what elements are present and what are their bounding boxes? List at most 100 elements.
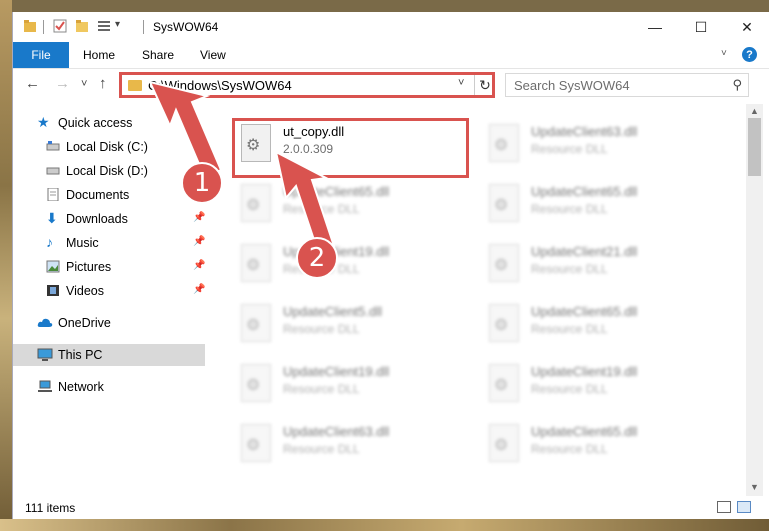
- sidebar-item-quick-access[interactable]: ★ Quick access: [13, 112, 205, 134]
- qa-separator: [43, 20, 44, 34]
- help-icon[interactable]: ?: [742, 47, 757, 62]
- file-name: UpdateClient19.dll: [531, 364, 638, 379]
- gear-icon: ⚙: [494, 377, 509, 394]
- recent-locations-button[interactable]: ˅: [81, 78, 87, 90]
- dll-file-icon: ⚙: [489, 304, 519, 342]
- file-type: Resource DLL: [531, 142, 608, 156]
- file-item[interactable]: ⚙ UpdateClient65.dll Resource DLL: [483, 178, 713, 232]
- sidebar-item-documents[interactable]: Documents: [13, 184, 205, 206]
- sidebar-item-pictures[interactable]: Pictures 📌: [13, 256, 205, 278]
- folder-icon[interactable]: [23, 19, 37, 33]
- scroll-down-icon[interactable]: ▼: [750, 482, 759, 492]
- forward-button[interactable]: →: [55, 75, 70, 92]
- title-bar: ▾ SysWOW64 — ☐ ✕: [13, 12, 769, 42]
- file-type: Resource DLL: [531, 382, 608, 396]
- file-item[interactable]: ⚙ UpdateClient5.dll Resource DLL: [235, 298, 465, 352]
- gear-icon: ⚙: [246, 317, 261, 334]
- sidebar-item-this-pc[interactable]: This PC: [13, 344, 205, 366]
- search-box[interactable]: Search SysWOW64 ⚲: [505, 73, 749, 97]
- sidebar-item-music[interactable]: ♪ Music 📌: [13, 232, 205, 254]
- sidebar-item-local-disk-c[interactable]: Local Disk (C:) 📌: [13, 136, 205, 158]
- up-button[interactable]: ↑: [99, 75, 107, 92]
- gear-icon: ⚙: [246, 257, 261, 274]
- desktop-background-bottom: [0, 519, 769, 531]
- vertical-scrollbar[interactable]: ▲ ▼: [746, 104, 763, 496]
- customize-toolbar-icon[interactable]: [97, 19, 111, 33]
- file-name: UpdateClient65.dll: [283, 184, 390, 199]
- search-input[interactable]: Search SysWOW64: [514, 78, 630, 93]
- pin-icon: 📌: [193, 236, 206, 247]
- network-icon: [38, 380, 52, 392]
- window-title: SysWOW64: [153, 20, 219, 34]
- file-item[interactable]: ⚙ UpdateClient21.dll Resource DLL: [483, 238, 713, 292]
- file-item[interactable]: ⚙ UpdateClient65.dll Resource DLL: [483, 298, 713, 352]
- dll-file-icon: ⚙: [489, 424, 519, 462]
- dll-file-icon: ⚙: [241, 304, 271, 342]
- large-icons-view-icon[interactable]: [737, 501, 751, 513]
- file-name: UpdateClient65.dll: [531, 184, 638, 199]
- qa-dropdown-icon[interactable]: ▾: [115, 19, 120, 30]
- pin-icon: 📌: [193, 212, 206, 223]
- sidebar-item-label: Videos: [66, 284, 104, 298]
- file-item[interactable]: ⚙ UpdateClient19.dll Resource DLL: [483, 358, 713, 412]
- file-name: UpdateClient65.dll: [531, 304, 638, 319]
- file-item[interactable]: ⚙ UpdateClient19.dll Resource DLL: [235, 238, 465, 292]
- expand-ribbon-icon[interactable]: ˅: [721, 48, 727, 59]
- pin-icon: 📌: [193, 284, 206, 295]
- sidebar-item-videos[interactable]: Videos 📌: [13, 280, 205, 302]
- sidebar-item-label: Local Disk (C:): [66, 140, 148, 154]
- new-folder-icon[interactable]: [75, 19, 89, 33]
- item-count: 111 items: [25, 501, 76, 515]
- videos-icon: [47, 285, 59, 296]
- scroll-thumb[interactable]: [748, 118, 761, 176]
- gear-icon: ⚙: [246, 377, 261, 394]
- file-item[interactable]: ⚙ UpdateClient19.dll Resource DLL: [235, 358, 465, 412]
- desktop-background-left: [0, 0, 12, 531]
- sidebar-item-network[interactable]: Network: [13, 376, 205, 398]
- scroll-up-icon[interactable]: ▲: [750, 106, 759, 116]
- tab-share[interactable]: Share: [142, 48, 174, 62]
- file-name: UpdateClient5.dll: [283, 304, 383, 319]
- music-icon: ♪: [46, 234, 53, 250]
- tab-file[interactable]: File: [13, 42, 69, 68]
- gear-icon: ⚙: [494, 437, 509, 454]
- sidebar-item-label: Downloads: [66, 212, 128, 226]
- file-name: UpdateClient63.dll: [531, 124, 638, 139]
- status-bar: 111 items: [13, 496, 769, 519]
- sidebar-item-downloads[interactable]: ⬇ Downloads 📌: [13, 208, 205, 230]
- address-bar[interactable]: C:\Windows\SysWOW64 ˅ ↻: [119, 72, 495, 98]
- file-item[interactable]: ⚙ UpdateClient65.dll Resource DLL: [483, 418, 713, 472]
- file-name: UpdateClient19.dll: [283, 364, 390, 379]
- tab-home[interactable]: Home: [83, 48, 115, 62]
- file-item[interactable]: ⚙ UpdateClient63.dll Resource DLL: [235, 418, 465, 472]
- dll-file-icon: ⚙: [489, 364, 519, 402]
- explorer-window: ▾ SysWOW64 — ☐ ✕ File Home Share View ˅ …: [12, 12, 769, 519]
- sidebar-item-onedrive[interactable]: OneDrive: [13, 312, 205, 334]
- tab-view[interactable]: View: [200, 48, 226, 62]
- dll-file-icon: ⚙: [241, 424, 271, 462]
- file-name: UpdateClient21.dll: [531, 244, 638, 259]
- sidebar-item-label: Quick access: [58, 116, 133, 130]
- file-item[interactable]: ⚙ UpdateClient63.dll Resource DLL: [483, 118, 713, 172]
- sidebar-item-local-disk-d[interactable]: Local Disk (D:): [13, 160, 205, 182]
- cloud-icon: [37, 318, 53, 327]
- details-view-icon[interactable]: [717, 501, 731, 513]
- highlight-box: [232, 118, 469, 178]
- file-list: ⚙ ut_copy.dll 2.0.0.309 ⚙ UpdateClient63…: [219, 104, 746, 496]
- refresh-button[interactable]: ↻: [474, 75, 495, 95]
- file-item[interactable]: ⚙ UpdateClient65.dll Resource DLL: [235, 178, 465, 232]
- minimize-button[interactable]: —: [632, 12, 678, 42]
- close-button[interactable]: ✕: [724, 12, 769, 42]
- file-type: Resource DLL: [283, 442, 360, 456]
- search-icon[interactable]: ⚲: [732, 77, 742, 93]
- pictures-icon: [46, 260, 60, 273]
- properties-icon[interactable]: [53, 19, 67, 33]
- maximize-button[interactable]: ☐: [678, 12, 724, 42]
- address-dropdown-icon[interactable]: ˅: [458, 77, 464, 89]
- address-path[interactable]: C:\Windows\SysWOW64: [148, 78, 292, 93]
- dll-file-icon: ⚙: [489, 244, 519, 282]
- sidebar-item-label: Documents: [66, 188, 130, 202]
- back-button[interactable]: ←: [25, 75, 40, 92]
- sidebar-item-label: Pictures: [66, 260, 112, 274]
- sidebar-item-label: OneDrive: [58, 316, 111, 330]
